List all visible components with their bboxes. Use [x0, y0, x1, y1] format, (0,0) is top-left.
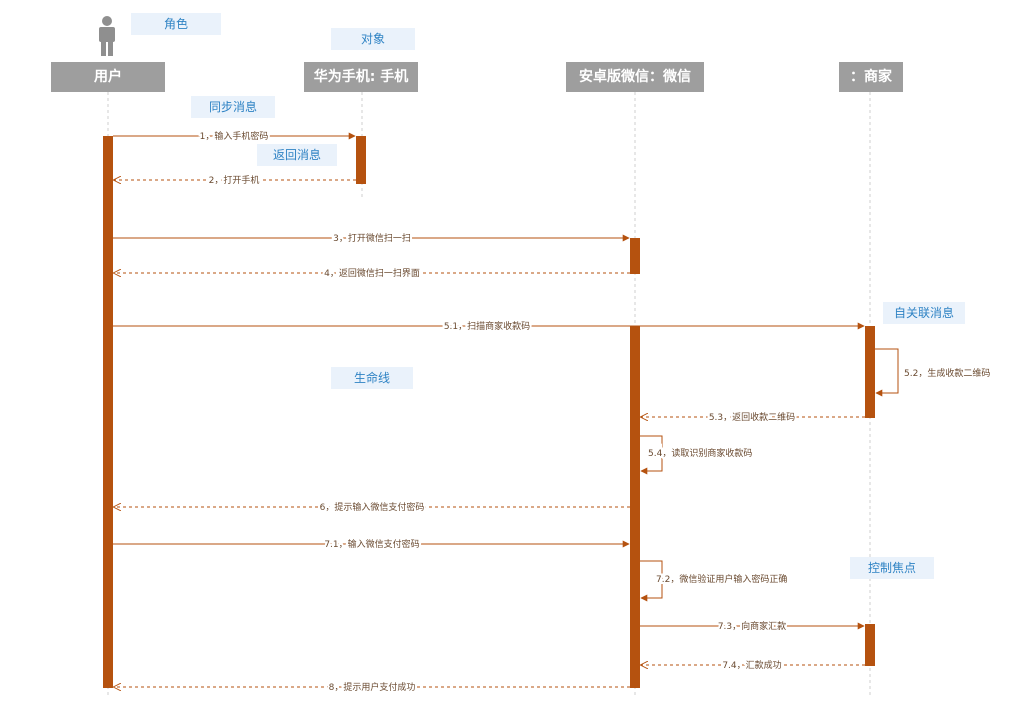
msg-label-7-4: 7.4，汇款成功 [722, 659, 781, 671]
msg-label-7-1: 7.1，输入微信支付密码 [324, 538, 419, 550]
msg-label-4: 4，返回微信扫一扫界面 [324, 267, 420, 279]
msg-label-6: 6，提示输入微信支付密码 [320, 501, 425, 513]
arrow-msg-5-2 [875, 348, 899, 397]
msg-label-2: 2，打开手机 [209, 174, 260, 186]
msg-label-7-3: 7.3，向商家汇款 [718, 620, 786, 632]
activation-phone [356, 136, 366, 184]
note-focus-of-control: 控制焦点 [850, 557, 934, 579]
msg-label-3: 3，打开微信扫一扫 [333, 232, 411, 244]
lifeline-header-user[interactable]: 用户 [51, 62, 165, 92]
actor-icon [99, 16, 115, 56]
sequence-diagram: 1，输入手机密码 2，打开手机 3，打开微信扫一扫 4，返回微信扫一扫界面 5.… [99, 16, 992, 695]
msg-label-5-1: 5.1，扫描商家收款码 [444, 320, 530, 332]
msg-label-5-3: 5.3，返回收款二维码 [709, 411, 795, 423]
activation-user [103, 136, 113, 688]
msg-label-5-4: 5.4，读取识别商家收款码 [648, 447, 752, 459]
msg-label-8: 8，提示用户支付成功 [329, 681, 416, 693]
note-actor: 角色 [131, 13, 221, 35]
lifeline-header-merchant[interactable]: ：商家 [839, 62, 903, 92]
note-lifeline: 生命线 [331, 367, 413, 389]
note-object: 对象 [331, 28, 415, 50]
msg-label-5-2: 5.2，生成收款二维码 [904, 367, 990, 379]
activation-wechat-1 [630, 238, 640, 274]
lifeline-header-wechat[interactable]: 安卓版微信：微信 [566, 62, 704, 92]
msg-label-7-2: 7.2，微信验证用户输入密码正确 [656, 573, 787, 585]
activation-merchant-2 [865, 624, 875, 666]
note-self-message: 自关联消息 [883, 302, 965, 324]
activation-merchant-1 [865, 326, 875, 418]
note-return-message: 返回消息 [257, 144, 337, 166]
lifeline-header-phone[interactable]: 华为手机: 手机 [304, 62, 418, 92]
activation-wechat-2 [630, 326, 640, 688]
msg-label-1: 1，输入手机密码 [200, 130, 269, 142]
note-sync-message: 同步消息 [191, 96, 275, 118]
